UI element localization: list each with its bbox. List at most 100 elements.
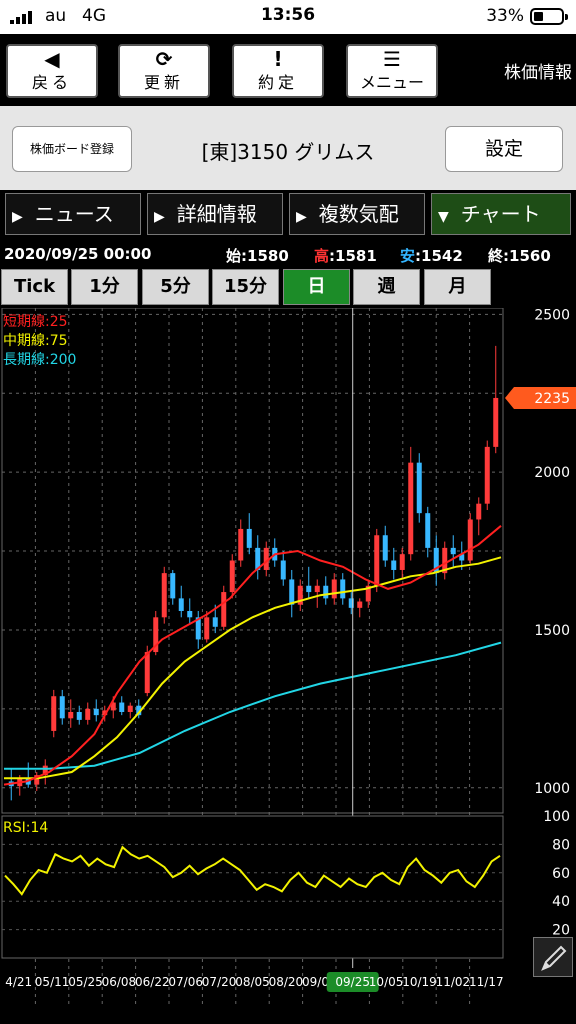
- candle-body: [187, 611, 193, 618]
- ma-legend-entry: 中期線:75: [3, 333, 68, 349]
- refresh-button-label: 更新: [143, 73, 184, 92]
- refresh-icon: ⟳: [155, 47, 173, 71]
- back-arrow-icon: ◀: [44, 47, 60, 71]
- x-tick-label: 4/21: [5, 975, 32, 989]
- candle-body: [212, 617, 218, 627]
- period-1min-button[interactable]: 1分: [71, 269, 138, 305]
- candle-body: [229, 560, 235, 593]
- rsi-legend-entry: RSI:14: [3, 820, 48, 836]
- triangle-right-icon: ▶: [296, 209, 307, 225]
- menu-button[interactable]: ☰ メニュー: [346, 44, 438, 98]
- chart-area[interactable]: 2500 2000 1500 1000 短期線:25 中期線:75 長期線:200 2235 1…: [0, 307, 576, 1024]
- candle-body: [51, 696, 57, 731]
- battery-icon: [530, 8, 568, 25]
- x-tick-label: 06/22: [135, 975, 170, 989]
- app-title: 株価情報: [504, 63, 572, 83]
- current-price-label: 2235: [534, 391, 570, 407]
- x-tick-label: 05/11: [35, 975, 70, 989]
- stock-chart[interactable]: 2500 2000 1500 1000 短期線:25 中期線:75 長期線:200 2235 1…: [0, 307, 576, 1024]
- period-month-button[interactable]: 月: [424, 269, 491, 305]
- open-value: 1580: [247, 247, 289, 265]
- candle-body: [340, 579, 346, 599]
- settings-button[interactable]: 設定: [445, 126, 563, 172]
- register-board-button[interactable]: 株価ボード登録: [12, 126, 132, 172]
- menu-list-icon: ☰: [383, 47, 401, 71]
- x-tick-label: 08/05: [235, 975, 270, 989]
- tab-depth[interactable]: ▶ 複数気配: [289, 193, 425, 235]
- ohlc-open: 始:1580: [226, 247, 289, 265]
- period-day-button[interactable]: 日: [283, 269, 350, 305]
- candle-body: [467, 519, 473, 561]
- refresh-button[interactable]: ⟳ 更新: [118, 44, 210, 98]
- ma-legend-entry: 短期線:25: [3, 314, 68, 330]
- rsi-y-tick-label: 80: [552, 837, 570, 853]
- period-week-button[interactable]: 週: [353, 269, 420, 305]
- candle-body: [170, 573, 176, 599]
- ohlc-high: 高:1581: [314, 247, 377, 265]
- executions-button[interactable]: ! 約定: [232, 44, 324, 98]
- open-label: 始: [226, 247, 242, 265]
- tab-details[interactable]: ▶ 詳細情報: [147, 193, 283, 235]
- candle-body: [221, 592, 227, 627]
- candle-body: [59, 696, 65, 719]
- candle-body: [450, 547, 456, 555]
- candle-body: [323, 585, 329, 599]
- period-5min-button[interactable]: 5分: [142, 269, 209, 305]
- ohlc-bar: 2020/09/25 00:00 始:1580 高:1581 安:1542 終:…: [0, 240, 576, 268]
- tab-chart-label: チャート: [460, 202, 541, 226]
- x-tick-label: 11/02: [436, 975, 471, 989]
- rsi-y-tick-label: 40: [552, 894, 570, 910]
- candle-body: [119, 702, 125, 712]
- status-bar: au 4G 13:56 33%: [0, 0, 576, 34]
- toolbar: ◀ 戻る ⟳ 更新 ! 約定 ☰ メニュー 株価情報: [0, 34, 576, 106]
- low-label: 安: [400, 247, 416, 265]
- period-15min-button[interactable]: 15分: [212, 269, 279, 305]
- tab-news[interactable]: ▶ ニュース: [5, 193, 141, 235]
- candle-body: [178, 598, 184, 611]
- candle-body: [493, 397, 499, 447]
- x-tick-label: 05/25: [68, 975, 103, 989]
- candle-body: [408, 462, 414, 555]
- candle-body: [127, 705, 133, 712]
- back-button-label: 戻る: [31, 73, 72, 92]
- stock-name: [東]3150 グリムス: [201, 140, 375, 164]
- pencil-tool-button[interactable]: [533, 937, 573, 977]
- rsi-y-tick-label: 60: [552, 866, 570, 882]
- x-tick-label: 11/17: [469, 975, 504, 989]
- back-button[interactable]: ◀ 戻る: [6, 44, 98, 98]
- tab-bar: ▶ ニュース ▶ 詳細情報 ▶ 複数気配 ▼ チャート: [0, 190, 576, 238]
- tab-news-label: ニュース: [34, 202, 114, 226]
- candle-body: [382, 535, 388, 561]
- period-tick-button[interactable]: Tick: [1, 269, 68, 305]
- x-tick-label: 10/19: [402, 975, 437, 989]
- x-tick-label: 07/06: [168, 975, 203, 989]
- candle-body: [306, 585, 312, 593]
- pencil-icon: [541, 945, 567, 971]
- candle-body: [144, 652, 150, 694]
- triangle-down-icon: ▼: [438, 209, 449, 225]
- candle-body: [280, 560, 286, 580]
- ma-legend-entry: 長期線:200: [3, 352, 76, 368]
- close-value: 1560: [509, 247, 551, 265]
- y-tick-label: 2000: [534, 465, 570, 481]
- candle-body: [161, 573, 167, 618]
- candle-body: [289, 579, 295, 605]
- x-tick-label: 09/25: [335, 975, 370, 989]
- candle-body: [204, 617, 210, 640]
- tab-chart[interactable]: ▼ チャート: [431, 193, 571, 235]
- close-label: 終: [488, 247, 504, 265]
- candle-body: [391, 560, 397, 570]
- tab-depth-label: 複数気配: [318, 202, 399, 226]
- candle-body: [425, 513, 431, 548]
- high-value: 1581: [335, 247, 377, 265]
- tab-details-label: 詳細情報: [176, 202, 257, 226]
- x-tick-label: 10/05: [369, 975, 404, 989]
- low-value: 1542: [421, 247, 463, 265]
- battery-percent: 33%: [486, 6, 524, 26]
- stock-header: 株価ボード登録 [東]3150 グリムス 設定: [0, 106, 576, 190]
- candle-body: [246, 528, 252, 548]
- candle-body: [314, 585, 320, 593]
- executions-button-label: 約定: [257, 73, 298, 92]
- period-selector: Tick 1分 5分 15分 日 週 月: [0, 268, 576, 308]
- rsi-plot-frame: [1, 815, 504, 959]
